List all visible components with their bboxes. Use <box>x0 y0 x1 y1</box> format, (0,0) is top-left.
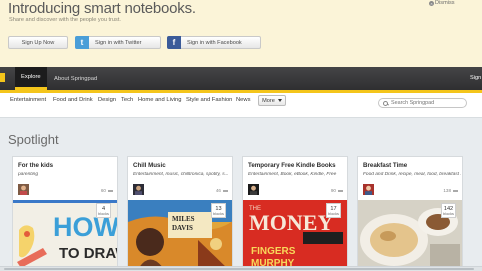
tab-about-springpad[interactable]: About Springpad <box>48 67 103 90</box>
notebook-card-chill-music[interactable]: Chill Music Entertainment, music, chillt… <box>127 156 233 268</box>
svg-text:FINGERS: FINGERS <box>251 246 296 257</box>
search-box[interactable] <box>378 98 467 108</box>
category-news[interactable]: News <box>236 97 251 103</box>
tab-about-label: About Springpad <box>54 75 98 82</box>
block-count-badge: 17 blocks <box>326 203 341 218</box>
category-food-and-drink[interactable]: Food and Drink <box>53 97 93 103</box>
card-tags: Entertainment, Book, eBook, Kindle, Free <box>248 172 337 177</box>
banner-subtitle: Share and discover with the people you t… <box>9 17 121 23</box>
card-tags: Food and Drink, recipe, meal, food, brea… <box>363 172 461 177</box>
facebook-icon: f <box>167 35 181 49</box>
category-style-and-fashion[interactable]: Style and Fashion <box>186 97 232 103</box>
notebook-card-for-the-kids[interactable]: For the kids parenting 60 HOW TO DRAW 4 … <box>12 156 118 268</box>
card-meta: 138 <box>443 188 458 193</box>
avatar[interactable] <box>248 184 259 195</box>
card-tags: Entertainment, music, chilltronica, spot… <box>133 172 229 177</box>
card-title: For the kids <box>18 162 54 169</box>
card-title: Temporary Free Kindle Books <box>248 162 336 169</box>
svg-text:DAVIS: DAVIS <box>172 224 193 232</box>
block-count: 142 <box>443 205 454 212</box>
dismiss-label: Dismiss <box>435 0 455 6</box>
card-title: Breakfast Time <box>363 162 408 169</box>
block-count-label: blocks <box>98 211 109 216</box>
facebook-signin-label: Sign in with Facebook <box>187 39 242 46</box>
card-title: Chill Music <box>133 162 166 169</box>
springpad-logo[interactable] <box>0 73 5 82</box>
close-icon: × <box>429 0 434 6</box>
share-icon[interactable] <box>453 189 458 192</box>
block-count-badge: 142 blocks <box>441 203 456 218</box>
block-count-badge: 4 blocks <box>96 203 111 218</box>
more-label: More <box>262 97 275 104</box>
facebook-signin-button[interactable]: f Sign in with Facebook <box>167 35 261 49</box>
avatar[interactable] <box>18 184 29 195</box>
card-meta: 60 <box>101 188 113 193</box>
search-input[interactable] <box>391 100 461 106</box>
sign-up-button[interactable]: Sign Up Now <box>8 36 68 49</box>
notebook-card-breakfast-time[interactable]: Breakfast Time Food and Drink, recipe, m… <box>357 156 463 268</box>
scrollbar-thumb[interactable] <box>4 268 474 270</box>
card-meta-count: 60 <box>100 188 106 193</box>
search-icon <box>383 100 388 106</box>
category-tech[interactable]: Tech <box>121 97 133 103</box>
block-count-label: blocks <box>213 211 224 216</box>
horizontal-scrollbar[interactable] <box>0 266 482 271</box>
block-count-label: blocks <box>443 211 454 216</box>
card-meta-count: 138 <box>443 188 451 193</box>
category-design[interactable]: Design <box>98 97 116 103</box>
tab-explore[interactable]: Explore <box>15 67 47 90</box>
card-meta: 46 <box>216 188 228 193</box>
app-window: Introducing smart notebooks. Share and d… <box>0 0 482 271</box>
dismiss-button[interactable]: × Dismiss <box>429 0 455 6</box>
twitter-signin-label: Sign in with Twitter <box>95 39 142 46</box>
twitter-icon: t <box>75 35 89 49</box>
share-icon[interactable] <box>108 189 113 192</box>
avatar[interactable] <box>133 184 144 195</box>
more-dropdown[interactable]: More <box>258 95 286 106</box>
sign-up-label: Sign Up Now <box>21 39 55 46</box>
card-meta-count: 46 <box>215 188 221 193</box>
tab-explore-label: Explore <box>21 74 41 80</box>
chevron-down-icon <box>277 99 282 102</box>
category-home-and-living[interactable]: Home and Living <box>138 97 182 103</box>
banner-title: Introducing smart notebooks. <box>8 0 196 17</box>
block-count-badge: 13 blocks <box>211 203 226 218</box>
share-icon[interactable] <box>223 189 228 192</box>
avatar[interactable] <box>363 184 374 195</box>
card-tags: parenting <box>18 172 39 177</box>
card-meta-count: 90 <box>330 188 336 193</box>
spotlight-heading: Spotlight <box>8 132 59 147</box>
category-entertainment[interactable]: Entertainment <box>10 97 46 103</box>
sign-in-link[interactable]: Sign <box>470 75 481 81</box>
card-meta: 90 <box>331 188 343 193</box>
block-count-label: blocks <box>328 211 339 216</box>
share-icon[interactable] <box>338 189 343 192</box>
notebook-card-free-kindle-books[interactable]: Temporary Free Kindle Books Entertainmen… <box>242 156 348 268</box>
twitter-signin-button[interactable]: t Sign in with Twitter <box>75 35 161 49</box>
svg-text:MILES: MILES <box>172 215 195 223</box>
svg-text:MONEY: MONEY <box>249 210 333 235</box>
svg-text:TO DRAW: TO DRAW <box>59 245 118 262</box>
